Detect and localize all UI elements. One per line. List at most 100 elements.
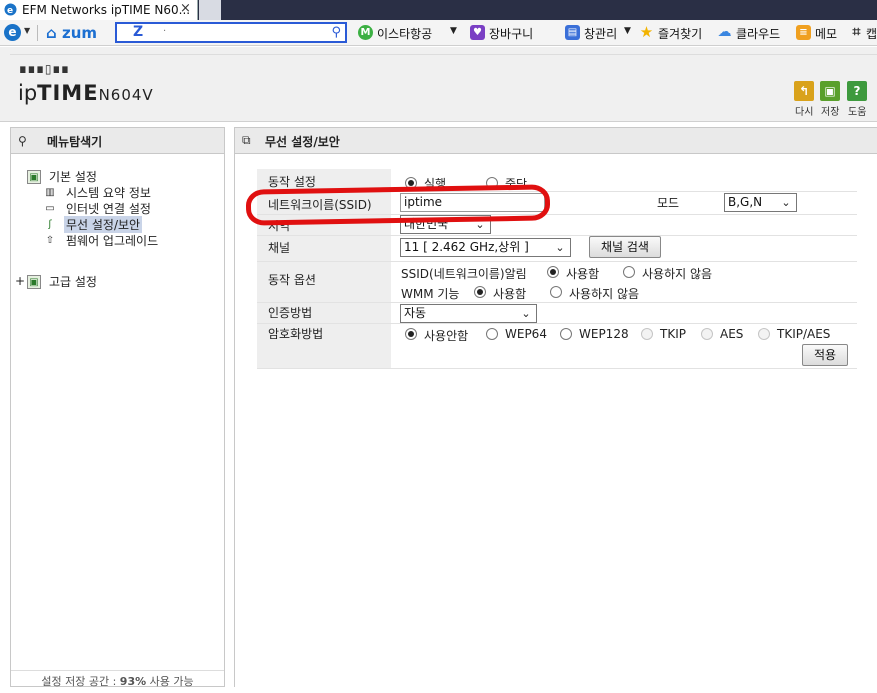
encryption-aes-label: AES bbox=[720, 327, 744, 341]
auth-select[interactable]: 자동 ⌄ bbox=[400, 304, 537, 323]
panel-title: 무선 설정/보안 bbox=[265, 135, 340, 149]
chevron-down-icon[interactable]: ▼ bbox=[450, 26, 457, 36]
channel-select[interactable]: 11 [ 2.462 GHz,상위 ] ⌄ bbox=[400, 238, 571, 257]
channel-scan-button[interactable]: 채널 검색 bbox=[589, 236, 661, 258]
row-divider bbox=[257, 368, 857, 369]
ssid-broadcast-on-radio[interactable] bbox=[547, 266, 559, 278]
toolbar-cloud[interactable]: 클라우드 bbox=[736, 25, 780, 42]
menu-explorer: ⚲ 메뉴탐색기 ▣ 기본 설정 ▥ 시스템 요약 정보 ▭ 인터넷 연결 설정 … bbox=[10, 127, 225, 688]
help-icon[interactable]: ? bbox=[847, 81, 867, 101]
wmm-on-label: 사용함 bbox=[493, 287, 527, 301]
row-divider bbox=[257, 302, 857, 303]
row-divider bbox=[257, 235, 857, 236]
encryption-tkip-aes-radio bbox=[758, 328, 770, 340]
eastar-icon: M bbox=[358, 25, 373, 40]
red-annotation-ellipse bbox=[245, 184, 551, 226]
toolbar-cart[interactable]: 장바구니 bbox=[489, 25, 533, 42]
toolbar-capture[interactable]: 캡 bbox=[866, 25, 877, 42]
browser-tab-strip: e EFM Networks ipTIME N60... × bbox=[0, 0, 877, 20]
wifi-icon: ʃ bbox=[48, 219, 52, 230]
chevron-down-icon: ⌄ bbox=[781, 196, 791, 209]
encryption-tkip-aes-label: TKIP/AES bbox=[777, 327, 831, 341]
wmm-on-radio[interactable] bbox=[474, 286, 486, 298]
panel-header: ⧉ 무선 설정/보안 bbox=[235, 128, 877, 154]
encryption-wep64-radio[interactable] bbox=[486, 328, 498, 340]
header-divider bbox=[10, 54, 877, 55]
wmm-label: WMM 기능 bbox=[401, 287, 460, 301]
browser-toolbar: e ▼ ⌂ zum Z · ⚲ M 이스타항공 ▼ ♥ 장바구니 ▤ 창관리 ▼… bbox=[0, 20, 877, 46]
chart-icon: ▥ bbox=[45, 187, 55, 198]
save-icon[interactable]: ▣ bbox=[820, 81, 840, 101]
magnifier-icon: ⚲ bbox=[18, 134, 27, 148]
toolbar-memo[interactable]: 메모 bbox=[815, 25, 837, 42]
search-icon[interactable]: ⚲ bbox=[331, 25, 341, 40]
monitor-icon: ▭ bbox=[45, 203, 55, 214]
encryption-none-label: 사용안함 bbox=[424, 329, 469, 343]
ssid-broadcast-off-label: 사용하지 않음 bbox=[642, 267, 713, 281]
tree-group-advanced[interactable]: 고급 설정 bbox=[49, 273, 97, 290]
tree-group-basic[interactable]: 기본 설정 bbox=[49, 168, 97, 185]
toolbar-divider bbox=[37, 25, 38, 41]
encryption-wep64-label: WEP64 bbox=[505, 327, 547, 341]
save-label[interactable]: 저장 bbox=[821, 103, 839, 118]
encryption-label: 암호화방법 bbox=[268, 327, 324, 341]
menu-explorer-header: ⚲ 메뉴탐색기 bbox=[11, 128, 224, 154]
chevron-down-icon[interactable]: ▼ bbox=[624, 26, 631, 36]
svg-text:e: e bbox=[7, 6, 13, 16]
cloud-icon: ☁ bbox=[717, 24, 732, 40]
help-label[interactable]: 도움 bbox=[848, 103, 866, 118]
encryption-none-radio[interactable] bbox=[405, 328, 417, 340]
ie-favicon-icon: e bbox=[4, 3, 17, 16]
storage-status: 설정 저장 공간 : 93% 사용 가능 bbox=[11, 670, 224, 692]
encryption-tkip-radio bbox=[641, 328, 653, 340]
chevron-down-icon: ⌄ bbox=[555, 241, 565, 254]
apply-button[interactable]: 적용 bbox=[802, 344, 848, 366]
folder-icon[interactable]: ▣ bbox=[27, 275, 41, 289]
toolbar-window-manager[interactable]: 창관리 bbox=[584, 25, 617, 42]
ie-menu-icon[interactable]: e bbox=[4, 24, 21, 41]
expand-advanced-icon[interactable]: + bbox=[15, 274, 25, 288]
encryption-wep128-label: WEP128 bbox=[579, 327, 629, 341]
ssid-broadcast-off-radio[interactable] bbox=[623, 266, 635, 278]
reload-label[interactable]: 다시 bbox=[795, 103, 813, 118]
mode-label: 모드 bbox=[657, 196, 680, 210]
mode-select[interactable]: B,G,N ⌄ bbox=[724, 193, 797, 212]
tree-item-internet-setup[interactable]: 인터넷 연결 설정 bbox=[66, 200, 151, 217]
tree-item-wireless-security[interactable]: 무선 설정/보안 bbox=[64, 216, 143, 233]
memo-icon: ≡ bbox=[796, 25, 811, 40]
tab-title: EFM Networks ipTIME N60... bbox=[22, 3, 191, 17]
encryption-tkip-label: TKIP bbox=[660, 327, 686, 341]
zum-search-logo: Z bbox=[133, 24, 144, 40]
zum-home-button[interactable]: ⌂ zum bbox=[46, 24, 97, 42]
row-divider bbox=[257, 261, 857, 262]
ssid-broadcast-label: SSID(네트워크이름)알림 bbox=[401, 267, 527, 281]
browser-tab[interactable]: e EFM Networks ipTIME N60... × bbox=[0, 0, 198, 20]
channel-label: 채널 bbox=[268, 241, 291, 255]
auth-label: 인증방법 bbox=[268, 306, 313, 320]
new-tab-button[interactable] bbox=[199, 0, 221, 20]
options-label: 동작 옵션 bbox=[268, 273, 316, 287]
search-text: · bbox=[163, 26, 167, 37]
encryption-wep128-radio[interactable] bbox=[560, 328, 572, 340]
row-divider bbox=[257, 323, 857, 324]
tree-item-system-summary[interactable]: 시스템 요약 정보 bbox=[66, 184, 151, 201]
reload-icon[interactable]: ↰ bbox=[794, 81, 814, 101]
window-icon: ⧉ bbox=[242, 133, 251, 147]
star-icon: ★ bbox=[639, 23, 654, 41]
tab-close-icon[interactable]: × bbox=[180, 1, 191, 16]
toolbar-eastar[interactable]: 이스타항공 bbox=[377, 25, 432, 42]
upgrade-icon: ⇧ bbox=[45, 235, 55, 246]
tree-item-firmware-upgrade[interactable]: 펌웨어 업그레이드 bbox=[66, 232, 158, 249]
logo-dots: ∎∎∎▯∎∎ bbox=[19, 62, 70, 76]
wmm-off-label: 사용하지 않음 bbox=[569, 287, 640, 301]
toolbar-favorites[interactable]: 즐겨찾기 bbox=[658, 25, 702, 42]
menu-explorer-title: 메뉴탐색기 bbox=[47, 135, 103, 149]
encryption-aes-radio bbox=[701, 328, 713, 340]
window-icon: ▤ bbox=[565, 25, 580, 40]
search-input[interactable]: Z · ⚲ bbox=[115, 22, 347, 43]
folder-open-icon[interactable]: ▣ bbox=[27, 170, 41, 184]
iptime-logo: ipTIMEN604V bbox=[18, 81, 154, 105]
cart-icon: ♥ bbox=[470, 25, 485, 40]
wmm-off-radio[interactable] bbox=[550, 286, 562, 298]
chevron-down-icon[interactable]: ▼ bbox=[24, 26, 30, 35]
